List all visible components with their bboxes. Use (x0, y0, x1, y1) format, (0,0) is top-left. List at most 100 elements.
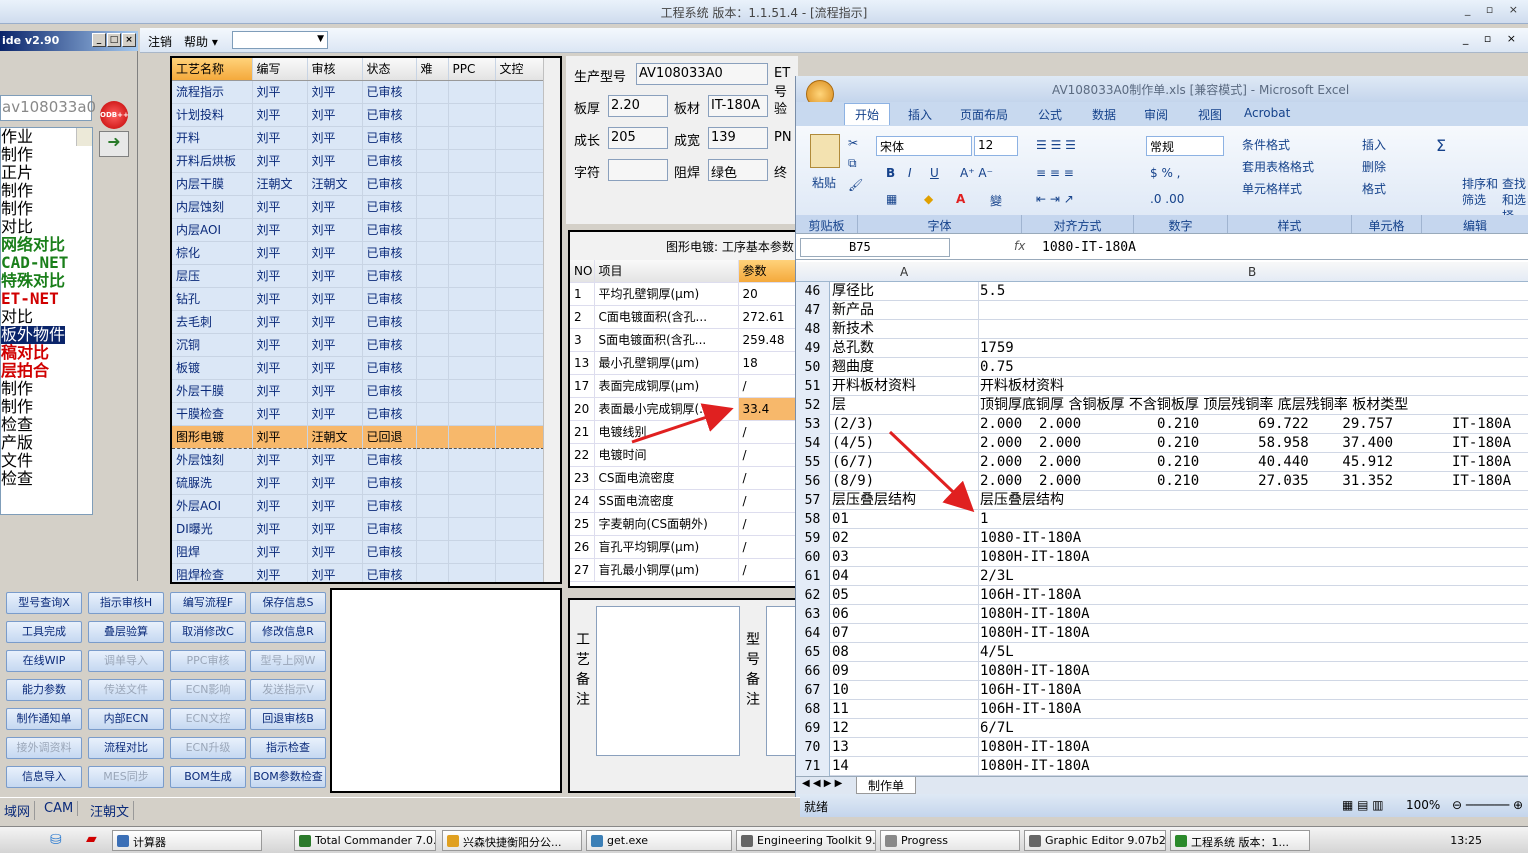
table-cell[interactable] (416, 218, 449, 242)
cell-a[interactable]: 11 (832, 700, 979, 719)
row-number[interactable]: 51 (796, 377, 830, 396)
cell-b[interactable]: 2.000 2.000 0.210 69.722 29.757 IT-180A (980, 415, 1528, 434)
table-cell[interactable]: 刘平 (252, 448, 308, 472)
cell-a[interactable]: 开料板材资料 (832, 377, 979, 396)
table-cell[interactable]: 刘平 (307, 218, 363, 242)
table-cell[interactable] (448, 241, 496, 265)
table-cell[interactable]: 汪朝文 (307, 424, 363, 449)
row-number[interactable]: 55 (796, 453, 830, 472)
menu-logout[interactable]: 注销 (148, 33, 172, 50)
table-cell[interactable]: 刘平 (252, 310, 308, 334)
row-number[interactable]: 69 (796, 719, 830, 738)
param-cell[interactable]: 33.4 (738, 397, 796, 421)
param-cell[interactable]: 26 (570, 535, 595, 559)
table-cell[interactable] (495, 218, 545, 242)
table-cell[interactable] (416, 80, 449, 104)
param-cell[interactable]: 27 (570, 558, 595, 582)
param-cell[interactable]: 盲孔最小铜厚(μm) (594, 558, 739, 582)
insert-button[interactable]: 插入 (1362, 136, 1386, 153)
left-list-item[interactable]: ET-NET (1, 290, 92, 308)
row-number[interactable]: 67 (796, 681, 830, 700)
table-cell[interactable]: 内层蚀刻 (172, 195, 253, 219)
table-cell[interactable]: 外层蚀刻 (172, 448, 253, 472)
cell-a[interactable]: (2/3) (832, 415, 979, 434)
taskbar-button[interactable]: Engineering Toolkit 9.... (736, 830, 876, 851)
column-a-header[interactable]: A (900, 265, 908, 279)
row-number[interactable]: 59 (796, 529, 830, 548)
param-row[interactable]: 17 表面完成铜厚(μm) / (570, 374, 796, 398)
cell-a[interactable]: 03 (832, 548, 979, 567)
action-button[interactable]: ECN升级 (170, 737, 246, 759)
formula-input[interactable]: 1080-IT-180A (1042, 240, 1136, 255)
param-cell[interactable]: / (738, 420, 796, 444)
table-cell[interactable] (416, 241, 449, 265)
cell-b[interactable]: 1759 (980, 339, 1528, 358)
left-list-item[interactable]: 检查 (1, 470, 92, 488)
table-cell[interactable]: 刘平 (252, 103, 308, 127)
align-top-icon[interactable]: ☰ ☰ ☰ (1036, 138, 1076, 152)
left-list-item[interactable]: CAD-NET (1, 254, 92, 272)
table-row[interactable]: 内层蚀刻 刘平 刘平 已审核 (172, 195, 545, 219)
left-list-item[interactable]: 制作 (1, 182, 92, 200)
table-cell[interactable]: 刘平 (307, 195, 363, 219)
table-cell[interactable]: 刘平 (307, 517, 363, 541)
table-cell[interactable] (416, 103, 449, 127)
param-row[interactable]: 2 C面电镀面积(含孔... 272.61 (570, 305, 796, 329)
paste-icon[interactable] (810, 134, 840, 168)
col-param[interactable]: 参数 (738, 260, 796, 283)
action-button[interactable]: 叠层验算 (88, 621, 164, 643)
action-button[interactable]: 型号查询X (6, 592, 82, 614)
table-cell[interactable] (448, 424, 496, 449)
table-cell[interactable] (416, 379, 449, 403)
width-field[interactable]: 139 (708, 127, 768, 149)
ribbon-tab[interactable]: 插入 (908, 106, 932, 123)
table-cell[interactable]: 刘平 (307, 103, 363, 127)
maximize-icon[interactable]: □ (107, 33, 121, 47)
action-button[interactable]: 发送指示V (250, 679, 326, 701)
table-cell[interactable] (416, 448, 449, 472)
table-cell[interactable]: 已审核 (362, 471, 417, 495)
row-number[interactable]: 63 (796, 605, 830, 624)
row-number[interactable]: 54 (796, 434, 830, 453)
board-field[interactable]: IT-180A (708, 95, 768, 117)
table-cell[interactable]: 开料 (172, 126, 253, 150)
left-list-item[interactable]: 制作 (1, 380, 92, 398)
table-cell[interactable] (448, 540, 496, 564)
table-cell[interactable]: 刘平 (252, 540, 308, 564)
cell-b[interactable]: 1080H-IT-180A (980, 624, 1528, 643)
table-cell[interactable]: 汪朝文 (307, 172, 363, 196)
param-cell[interactable]: / (738, 512, 796, 536)
param-cell[interactable]: 259.48 (738, 328, 796, 352)
table-cell[interactable]: 刘平 (252, 241, 308, 265)
table-cell[interactable] (495, 471, 545, 495)
table-cell[interactable]: DI曝光 (172, 517, 253, 541)
left-list-item[interactable]: 特殊对比 (1, 272, 92, 290)
left-function-list[interactable]: 作业 制作 正片 制作 制作 对比 网络对比 CAD-NET 特殊对比 ET-NET 对比 板外物件稿… (0, 127, 93, 515)
exit-icon[interactable]: ➜ (99, 131, 129, 157)
table-cell[interactable] (416, 149, 449, 173)
taskbar-button[interactable]: 计算器 (112, 830, 262, 851)
cell-a[interactable]: 层压叠层结构 (832, 491, 979, 510)
param-cell[interactable]: 平均孔壁铜厚(μm) (594, 282, 739, 306)
left-list-item[interactable]: 文件 (1, 452, 92, 470)
action-button[interactable]: 修改信息R (250, 621, 326, 643)
menu-combo[interactable]: ▼ (232, 31, 328, 49)
cell-a[interactable]: 新技术 (832, 320, 979, 339)
table-cell[interactable] (448, 402, 496, 426)
action-button[interactable]: 调单导入 (88, 650, 164, 672)
sheet-row[interactable]: 65 08 4/5L (796, 643, 1528, 662)
table-row[interactable]: 计划投料 刘平 刘平 已审核 (172, 103, 545, 127)
table-cell[interactable]: 层压 (172, 264, 253, 288)
table-row[interactable]: 阻焊检查 刘平 刘平 已审核 (172, 563, 545, 582)
param-cell[interactable]: CS面电流密度 (594, 466, 739, 490)
font-name-select[interactable]: 宋体 (876, 136, 972, 156)
table-row[interactable]: DI曝光 刘平 刘平 已审核 (172, 517, 545, 541)
currency-icon[interactable]: $ % , (1150, 166, 1180, 180)
sheet-tab[interactable]: 制作单 (856, 777, 916, 794)
table-cell[interactable] (416, 172, 449, 196)
table-cell[interactable]: 外层AOI (172, 494, 253, 518)
table-cell[interactable]: 刘平 (252, 264, 308, 288)
table-row[interactable]: 开料后烘板 刘平 刘平 已审核 (172, 149, 545, 173)
table-cell[interactable] (416, 402, 449, 426)
left-list-item[interactable]: 制作 (1, 146, 92, 164)
